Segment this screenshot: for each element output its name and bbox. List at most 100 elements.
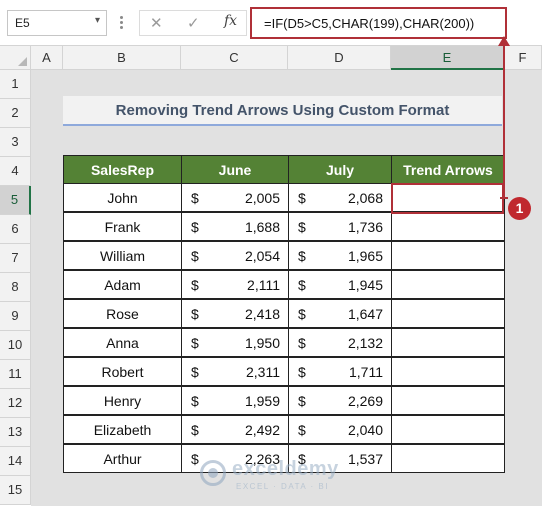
july-cell[interactable]: $1,647 (288, 299, 392, 328)
amount-value: 1,647 (347, 306, 383, 322)
formula-input[interactable]: =IF(D5>C5,CHAR(199),CHAR(200)) (250, 7, 507, 39)
currency-symbol: $ (191, 277, 199, 293)
salesrep-cell[interactable]: Robert (63, 357, 182, 386)
trend-arrow-cell[interactable] (391, 212, 505, 241)
amount-value: 1,711 (349, 364, 383, 380)
currency-symbol: $ (298, 277, 306, 293)
june-cell[interactable]: $1,959 (181, 386, 289, 415)
select-all-button[interactable] (0, 46, 31, 70)
amount-value: 1,965 (347, 248, 383, 264)
amount-value: 2,132 (347, 335, 383, 351)
column-header-d[interactable]: D (288, 46, 391, 70)
july-cell[interactable]: $1,711 (288, 357, 392, 386)
salesrep-cell[interactable]: Frank (63, 212, 182, 241)
currency-symbol: $ (298, 364, 306, 380)
salesrep-cell[interactable]: Anna (63, 328, 182, 357)
salesrep-cell[interactable]: Elizabeth (63, 415, 182, 444)
column-header-e[interactable]: E (391, 46, 504, 70)
trend-arrow-cell[interactable] (391, 299, 505, 328)
salesrep-cell[interactable]: Adam (63, 270, 182, 299)
watermark-brand: exceldemy (232, 458, 339, 480)
amount-value: 1,736 (347, 219, 383, 235)
amount-value: 2,040 (347, 422, 383, 438)
row-header-11[interactable]: 11 (0, 360, 31, 389)
trend-arrow-cell[interactable] (391, 241, 505, 270)
header-july[interactable]: July (288, 155, 392, 184)
amount-value: 1,950 (244, 335, 280, 351)
row-header-4[interactable]: 4 (0, 157, 31, 186)
amount-value: 2,068 (347, 190, 383, 206)
row-header-10[interactable]: 10 (0, 331, 31, 360)
row-header-14[interactable]: 14 (0, 447, 31, 476)
amount-value: 1,688 (244, 219, 280, 235)
header-salesrep[interactable]: SalesRep (63, 155, 182, 184)
amount-value: 1,959 (244, 393, 280, 409)
salesrep-cell[interactable]: John (63, 183, 182, 212)
july-cell[interactable]: $2,068 (288, 183, 392, 212)
more-options-icon[interactable] (116, 16, 128, 30)
currency-symbol: $ (191, 190, 199, 206)
salesrep-cell[interactable]: Arthur (63, 444, 182, 473)
callout-arrow-line (503, 40, 505, 198)
enter-icon[interactable]: ✓ (187, 14, 200, 32)
step-badge: 1 (508, 197, 531, 220)
trend-arrow-cell[interactable] (391, 444, 505, 473)
currency-symbol: $ (298, 422, 306, 438)
header-june[interactable]: June (181, 155, 289, 184)
june-cell[interactable]: $2,111 (181, 270, 289, 299)
header-trend-arrows[interactable]: Trend Arrows (391, 155, 505, 184)
june-cell[interactable]: $2,005 (181, 183, 289, 212)
cancel-icon[interactable]: ✕ (150, 14, 163, 32)
july-cell[interactable]: $2,040 (288, 415, 392, 444)
row-header-9[interactable]: 9 (0, 302, 31, 331)
row-header-6[interactable]: 6 (0, 215, 31, 244)
june-cell[interactable]: $1,688 (181, 212, 289, 241)
row-header-13[interactable]: 13 (0, 418, 31, 447)
sheet-title[interactable]: Removing Trend Arrows Using Custom Forma… (63, 96, 502, 126)
column-header-a[interactable]: A (31, 46, 63, 70)
row-header-15[interactable]: 15 (0, 476, 31, 505)
selected-cell-e5[interactable] (391, 183, 504, 214)
column-header-f[interactable]: F (504, 46, 542, 70)
trend-arrow-cell[interactable] (391, 328, 505, 357)
june-cell[interactable]: $2,054 (181, 241, 289, 270)
currency-symbol: $ (191, 248, 199, 264)
july-cell[interactable]: $1,945 (288, 270, 392, 299)
row-header-3[interactable]: 3 (0, 128, 31, 157)
amount-value: 2,111 (247, 277, 280, 293)
trend-arrow-cell[interactable] (391, 386, 505, 415)
row-header-1[interactable]: 1 (0, 70, 31, 99)
row-header-7[interactable]: 7 (0, 244, 31, 273)
amount-value: 2,418 (244, 306, 280, 322)
watermark-tagline: EXCEL · DATA · BI (236, 482, 329, 491)
june-cell[interactable]: $2,311 (181, 357, 289, 386)
july-cell[interactable]: $1,965 (288, 241, 392, 270)
currency-symbol: $ (298, 248, 306, 264)
trend-arrow-cell[interactable] (391, 357, 505, 386)
currency-symbol: $ (298, 190, 306, 206)
row-header-5[interactable]: 5 (0, 186, 31, 215)
june-cell[interactable]: $1,950 (181, 328, 289, 357)
salesrep-cell[interactable]: William (63, 241, 182, 270)
july-cell[interactable]: $1,736 (288, 212, 392, 241)
currency-symbol: $ (191, 364, 199, 380)
currency-symbol: $ (191, 422, 199, 438)
callout-arrow-connector (500, 197, 508, 199)
july-cell[interactable]: $2,269 (288, 386, 392, 415)
row-header-2[interactable]: 2 (0, 99, 31, 128)
column-header-c[interactable]: C (181, 46, 288, 70)
name-box[interactable]: E5 ▾ (7, 10, 107, 36)
row-header-8[interactable]: 8 (0, 273, 31, 302)
row-header-12[interactable]: 12 (0, 389, 31, 418)
salesrep-cell[interactable]: Rose (63, 299, 182, 328)
insert-function-icon[interactable]: fx (224, 13, 237, 29)
formula-bar: E5 ▾ ✕ ✓ fx =IF(D5>C5,CHAR(199),CHAR(200… (0, 0, 542, 46)
june-cell[interactable]: $2,492 (181, 415, 289, 444)
june-cell[interactable]: $2,418 (181, 299, 289, 328)
column-header-b[interactable]: B (63, 46, 181, 70)
salesrep-cell[interactable]: Henry (63, 386, 182, 415)
trend-arrow-cell[interactable] (391, 270, 505, 299)
trend-arrow-cell[interactable] (391, 415, 505, 444)
july-cell[interactable]: $2,132 (288, 328, 392, 357)
chevron-down-icon[interactable]: ▾ (95, 15, 100, 26)
